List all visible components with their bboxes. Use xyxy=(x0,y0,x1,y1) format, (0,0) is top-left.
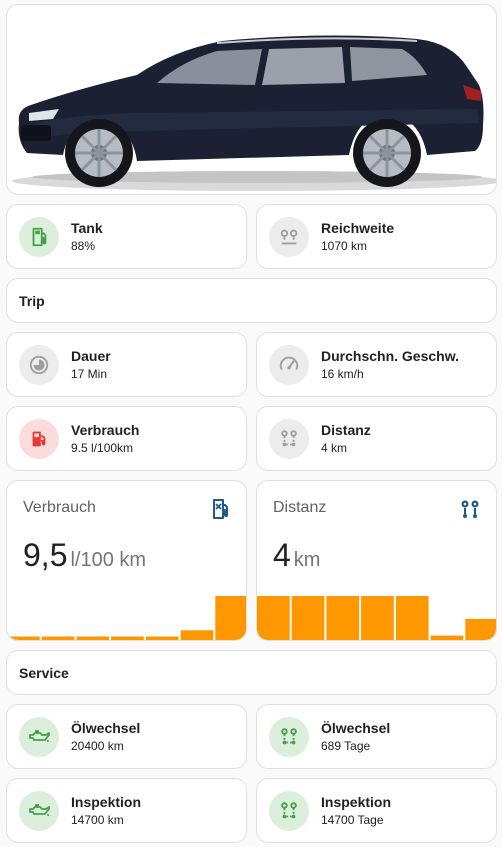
map-marker-distance-icon xyxy=(269,216,309,257)
heading-label: Trip xyxy=(19,292,45,309)
map-marker-distance-icon xyxy=(461,500,479,518)
tile-label: Ölwechsel xyxy=(71,720,141,736)
tile-value: 14700 km xyxy=(71,813,124,827)
tile-value: 16 km/h xyxy=(321,367,364,381)
tile-label: Durchschn. Geschw. xyxy=(321,348,459,364)
tank-tile[interactable]: Tank 88% xyxy=(6,204,247,269)
inspection-km-tile[interactable]: Inspektion 14700 km xyxy=(6,778,247,843)
tile-value: 20400 km xyxy=(71,739,124,753)
oil-can-icon xyxy=(19,790,59,831)
oil-change-days-tile[interactable]: Ölwechsel 689 Tage xyxy=(256,704,497,769)
sensor-name: Distanz xyxy=(273,499,327,516)
heading-label: Service xyxy=(19,664,69,681)
history-bar xyxy=(76,636,110,640)
tile-label: Inspektion xyxy=(321,794,392,810)
vehicle-image xyxy=(12,35,496,191)
inspection-days-tile[interactable]: Inspektion 14700 Tage xyxy=(256,778,497,843)
history-bar xyxy=(180,630,214,640)
duration-tile[interactable]: Dauer 17 Min xyxy=(6,332,247,397)
consumption-tile[interactable]: Verbrauch 9.5 l/100km xyxy=(6,406,247,471)
tile-value: 88% xyxy=(71,239,96,253)
speedometer-icon xyxy=(269,344,309,385)
history-bar xyxy=(361,596,394,640)
distance-history-chart xyxy=(257,596,496,640)
tile-label: Ölwechsel xyxy=(321,720,391,736)
oil-change-km-tile[interactable]: Ölwechsel 20400 km xyxy=(6,704,247,769)
history-bar xyxy=(291,596,325,640)
history-bar xyxy=(215,596,246,640)
sensor-unit: l/100 km xyxy=(70,549,147,571)
fuel-pump-icon xyxy=(19,418,59,459)
history-bar xyxy=(111,636,144,640)
tile-label: Inspektion xyxy=(71,794,142,810)
tile-value: 9.5 l/100km xyxy=(71,441,134,455)
tile-label: Distanz xyxy=(321,422,371,438)
trip-heading: Trip xyxy=(6,278,497,323)
history-bar xyxy=(7,636,40,640)
oil-can-icon xyxy=(19,716,59,757)
distance-tile[interactable]: Distanz 4 km xyxy=(256,406,497,471)
tile-value: 689 Tage xyxy=(321,739,371,753)
history-bar xyxy=(395,596,429,640)
history-bar xyxy=(257,596,290,640)
tile-label: Tank xyxy=(71,220,103,236)
avg-speed-tile[interactable]: Durchschn. Geschw. 16 km/h xyxy=(256,332,497,397)
sensor-unit: km xyxy=(293,549,321,571)
consumption-history-chart xyxy=(7,596,246,640)
vehicle-image-card[interactable] xyxy=(6,4,497,195)
tile-label: Verbrauch xyxy=(71,422,140,438)
history-bar xyxy=(430,635,464,640)
tile-label: Dauer xyxy=(71,348,111,364)
gas-station-icon xyxy=(19,216,59,257)
sensor-value: 4 xyxy=(273,537,291,573)
tile-value: 1070 km xyxy=(321,239,368,253)
history-bar xyxy=(326,596,360,640)
sensor-value: 9,5 xyxy=(23,537,68,573)
map-marker-path-icon xyxy=(269,790,309,831)
sensor-name: Verbrauch xyxy=(23,499,96,516)
history-bar xyxy=(41,636,75,640)
map-marker-path-icon xyxy=(269,418,309,459)
distance-sensor-card[interactable]: Distanz 4 km xyxy=(256,480,497,641)
tile-value: 4 km xyxy=(321,441,348,455)
tile-value: 17 Min xyxy=(71,367,108,381)
tile-label: Reichweite xyxy=(321,220,395,236)
tile-value: 14700 Tage xyxy=(321,813,384,827)
gas-station-icon xyxy=(213,499,228,519)
service-heading: Service xyxy=(6,650,497,695)
timelapse-icon xyxy=(19,344,59,385)
history-bar xyxy=(465,618,496,640)
range-tile[interactable]: Reichweite 1070 km xyxy=(256,204,497,269)
history-bar xyxy=(145,636,179,640)
map-marker-path-icon xyxy=(269,716,309,757)
consumption-sensor-card[interactable]: Verbrauch 9,5 l/100 km xyxy=(6,480,247,641)
